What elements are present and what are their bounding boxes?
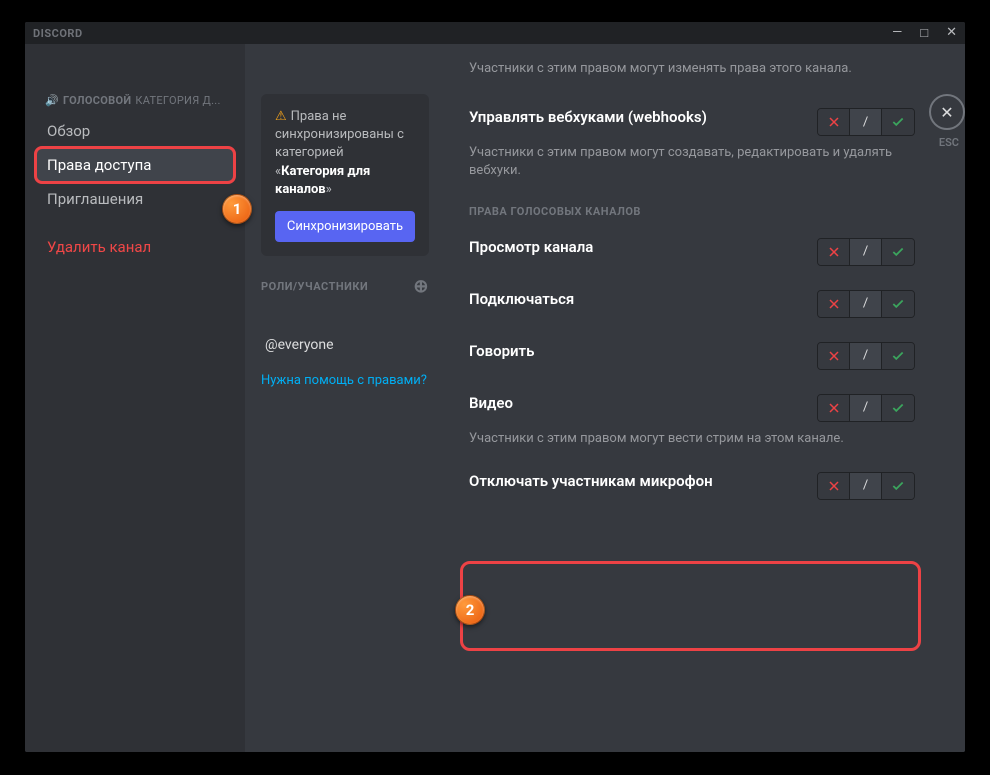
titlebar: DISCORD — □ ✕: [25, 22, 965, 44]
perm-speak-title: Говорить: [469, 342, 797, 362]
perm-video: Видео / Участники с этим правом могут ве…: [469, 394, 915, 448]
nav-permissions-label: Права доступа: [47, 156, 151, 174]
toggle-neutral[interactable]: /: [850, 109, 882, 135]
check-icon: [891, 245, 905, 259]
permissions-help-link[interactable]: Нужна помощь с правами?: [261, 373, 429, 388]
check-icon: [891, 479, 905, 493]
sidebar-header-suffix: КАТЕГОРИЯ Д...: [135, 94, 220, 107]
voice-section-header: ПРАВА ГОЛОСОВЫХ КАНАЛОВ: [469, 205, 915, 218]
toggle-neutral[interactable]: /: [850, 343, 882, 369]
esc-label: ESC: [939, 136, 959, 149]
nav-invites[interactable]: Приглашения: [37, 183, 233, 215]
perm-webhooks-toggle[interactable]: /: [817, 108, 915, 136]
perm-view-title: Просмотр канала: [469, 238, 797, 258]
perm-video-desc: Участники с этим правом могут вести стри…: [469, 430, 915, 448]
toggle-neutral[interactable]: /: [850, 395, 882, 421]
warning-icon: ⚠: [275, 109, 287, 124]
x-icon: [828, 116, 840, 128]
perm-connect-toggle[interactable]: /: [817, 290, 915, 318]
toggle-allow[interactable]: [882, 109, 914, 135]
add-role-icon[interactable]: ⊕: [413, 276, 429, 297]
nav-overview[interactable]: Обзор: [37, 115, 233, 147]
toggle-deny[interactable]: [818, 473, 850, 499]
perm-connect-title: Подключаться: [469, 290, 797, 310]
window-close[interactable]: ✕: [946, 25, 957, 41]
role-everyone[interactable]: @everyone: [261, 329, 429, 361]
perm-video-toggle[interactable]: /: [817, 394, 915, 422]
toggle-deny[interactable]: [818, 239, 850, 265]
sync-button[interactable]: Синхронизировать: [275, 211, 415, 242]
check-icon: [891, 115, 905, 129]
toggle-allow[interactable]: [882, 239, 914, 265]
sync-notice: ⚠Права не синхронизированы с категорией …: [261, 94, 429, 256]
window-maximize[interactable]: □: [920, 25, 928, 41]
roles-header: РОЛИ/УЧАСТНИКИ ⊕: [261, 276, 429, 297]
perm-mute-title: Отключать участникам микрофон: [469, 472, 797, 492]
perm-webhooks-title: Управлять вебхуками (webhooks): [469, 108, 797, 128]
toggle-deny[interactable]: [818, 343, 850, 369]
close-icon: ✕: [940, 103, 953, 122]
x-icon: [828, 480, 840, 492]
annotation-highlight-2: [460, 561, 921, 651]
permissions-panel: ✕ ESC Участники с этим правом могут изме…: [445, 44, 965, 752]
close-settings-button[interactable]: ✕: [929, 94, 965, 130]
perm-speak: Говорить /: [469, 342, 915, 370]
perm-view-toggle[interactable]: /: [817, 238, 915, 266]
roles-header-label: РОЛИ/УЧАСТНИКИ: [261, 280, 368, 293]
toggle-deny[interactable]: [818, 395, 850, 421]
toggle-allow[interactable]: [882, 343, 914, 369]
perm-desc-top: Участники с этим правом могут изменять п…: [469, 60, 915, 78]
perm-video-title: Видео: [469, 394, 797, 414]
check-icon: [891, 401, 905, 415]
x-icon: [828, 298, 840, 310]
sidebar: 🔊 ГОЛОСОВОЙ КАТЕГОРИЯ Д... Обзор Права д…: [25, 44, 245, 752]
x-icon: [828, 402, 840, 414]
perm-mute: Отключать участникам микрофон /: [469, 472, 915, 500]
toggle-deny[interactable]: [818, 109, 850, 135]
perm-view-channel: Просмотр канала /: [469, 238, 915, 266]
annotation-badge-1: 1: [222, 194, 252, 224]
nav-permissions[interactable]: Права доступа: [37, 149, 233, 181]
sidebar-header: 🔊 ГОЛОСОВОЙ КАТЕГОРИЯ Д...: [37, 94, 233, 115]
perm-speak-toggle[interactable]: /: [817, 342, 915, 370]
annotation-badge-2: 2: [455, 595, 485, 625]
check-icon: [891, 349, 905, 363]
toggle-neutral[interactable]: /: [850, 239, 882, 265]
window-minimize[interactable]: —: [892, 25, 902, 41]
x-icon: [828, 350, 840, 362]
check-icon: [891, 297, 905, 311]
volume-icon: 🔊: [45, 94, 59, 107]
toggle-allow[interactable]: [882, 291, 914, 317]
perm-webhooks: Управлять вебхуками (webhooks) / Участни…: [469, 108, 915, 180]
app-name: DISCORD: [33, 27, 83, 40]
perm-connect: Подключаться /: [469, 290, 915, 318]
nav-delete-channel[interactable]: Удалить канал: [37, 231, 233, 263]
x-icon: [828, 246, 840, 258]
toggle-allow[interactable]: [882, 473, 914, 499]
toggle-neutral[interactable]: /: [850, 473, 882, 499]
sidebar-header-title: ГОЛОСОВОЙ: [63, 94, 131, 107]
roles-column: ⚠Права не синхронизированы с категорией …: [245, 44, 445, 752]
toggle-deny[interactable]: [818, 291, 850, 317]
toggle-allow[interactable]: [882, 395, 914, 421]
perm-webhooks-desc: Участники с этим правом могут создавать,…: [469, 144, 915, 180]
toggle-neutral[interactable]: /: [850, 291, 882, 317]
perm-mute-toggle[interactable]: /: [817, 472, 915, 500]
sync-text: ⚠Права не синхронизированы с категорией …: [275, 108, 415, 199]
